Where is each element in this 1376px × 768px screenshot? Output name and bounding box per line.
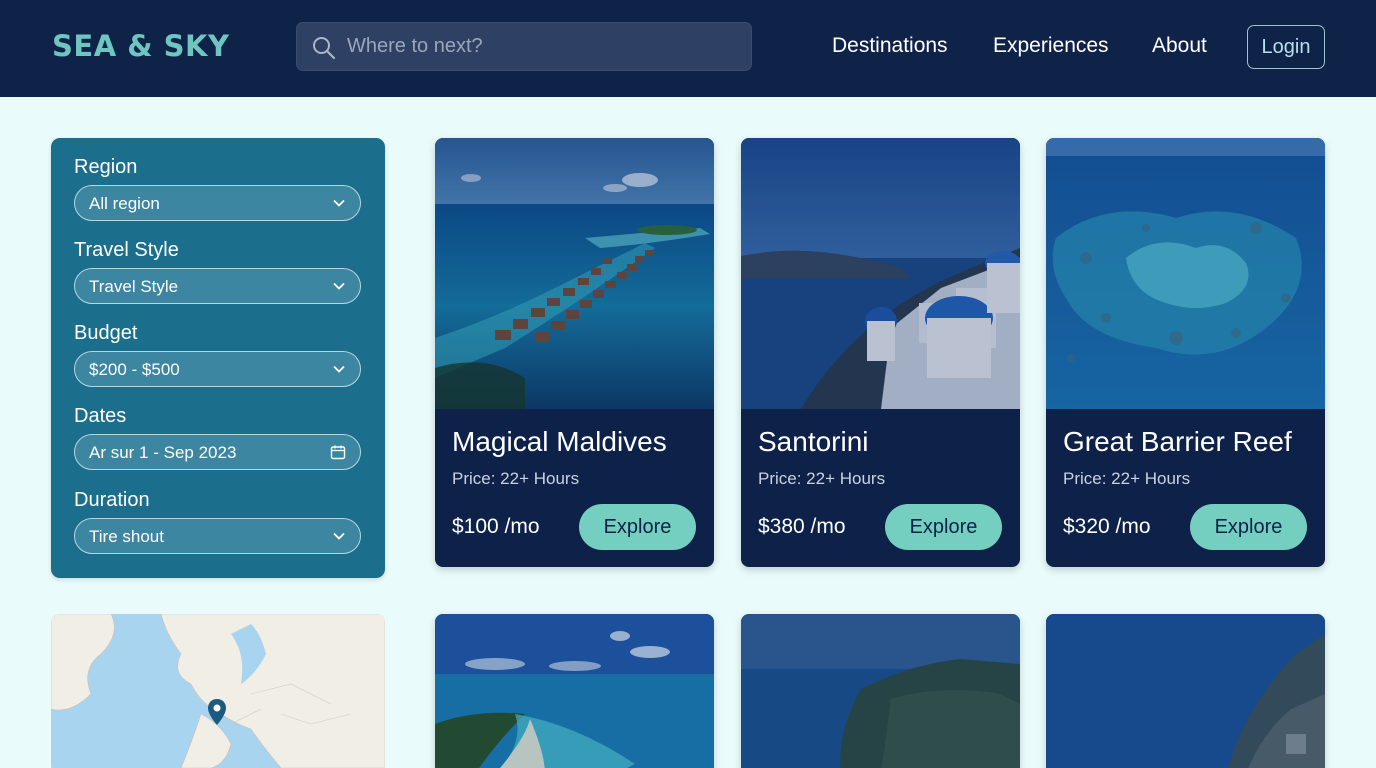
budget-select[interactable]: $200 - $500 — [74, 351, 361, 387]
card-subtitle: Price: 22+ Hours — [452, 469, 580, 488]
duration-select[interactable]: Tire shout — [74, 518, 361, 554]
region-label: Region — [74, 156, 138, 178]
nav-about[interactable]: About — [1152, 34, 1207, 58]
travel-style-value: Travel Style — [89, 277, 179, 296]
region-value: All region — [89, 194, 160, 213]
duration-label: Duration — [74, 489, 150, 511]
coast-image — [741, 614, 1020, 768]
card-subtitle: Price: 22+ Hours — [1063, 469, 1191, 488]
map-graphic — [51, 614, 385, 768]
map-view[interactable] — [51, 614, 385, 768]
search-bar[interactable] — [296, 22, 752, 71]
reef-image — [1046, 138, 1325, 409]
card-title: Santorini — [758, 426, 869, 457]
dates-label: Dates — [74, 405, 127, 427]
santorini-image — [741, 138, 1020, 409]
chevron-down-icon — [333, 365, 345, 373]
destination-card-great-barrier-reef[interactable]: Great Barrier Reef Price: 22+ Hours $320… — [1046, 138, 1325, 567]
chevron-down-icon — [333, 532, 345, 540]
explore-button[interactable]: Explore — [579, 504, 696, 550]
search-icon — [313, 37, 336, 60]
budget-label: Budget — [74, 322, 138, 344]
card-price: $320 /mo — [1063, 515, 1151, 538]
card-price: $100 /mo — [452, 515, 540, 538]
travel-style-label: Travel Style — [74, 239, 179, 261]
explore-button[interactable]: Explore — [1190, 504, 1307, 550]
destination-card-santorini[interactable]: Santorini Price: 22+ Hours $380 /mo Expl… — [741, 138, 1020, 567]
card-subtitle: Price: 22+ Hours — [758, 469, 886, 488]
cliffs-image — [1046, 614, 1325, 768]
login-button[interactable]: Login — [1247, 25, 1325, 69]
chevron-down-icon — [333, 282, 345, 290]
maldives-image — [435, 138, 714, 409]
dates-picker[interactable]: Ar sur 1 - Sep 2023 — [74, 434, 361, 470]
card-price: $380 /mo — [758, 515, 846, 538]
destination-card-beach[interactable] — [435, 614, 714, 768]
duration-value: Tire shout — [89, 527, 164, 546]
explore-button[interactable]: Explore — [885, 504, 1002, 550]
calendar-icon — [330, 445, 346, 460]
beach-image — [435, 614, 714, 768]
search-input[interactable] — [347, 23, 737, 70]
map-pin-icon[interactable] — [207, 698, 227, 726]
nav-destinations[interactable]: Destinations — [832, 34, 948, 58]
destination-card-coast[interactable] — [741, 614, 1020, 768]
chevron-down-icon — [333, 199, 345, 207]
filter-panel: Region All region Travel Style Travel St… — [51, 138, 385, 578]
destination-card-maldives[interactable]: Magical Maldives Price: 22+ Hours $100 /… — [435, 138, 714, 567]
dates-value: Ar sur 1 - Sep 2023 — [89, 443, 237, 462]
logo[interactable]: SEA & SKY — [52, 29, 229, 63]
header: SEA & SKY Destinations Experiences About… — [0, 0, 1376, 97]
budget-value: $200 - $500 — [89, 360, 180, 379]
nav-experiences[interactable]: Experiences — [993, 34, 1109, 58]
card-title: Great Barrier Reef — [1063, 426, 1292, 457]
travel-style-select[interactable]: Travel Style — [74, 268, 361, 304]
destination-card-cliffs[interactable] — [1046, 614, 1325, 768]
region-select[interactable]: All region — [74, 185, 361, 221]
card-title: Magical Maldives — [452, 426, 667, 457]
